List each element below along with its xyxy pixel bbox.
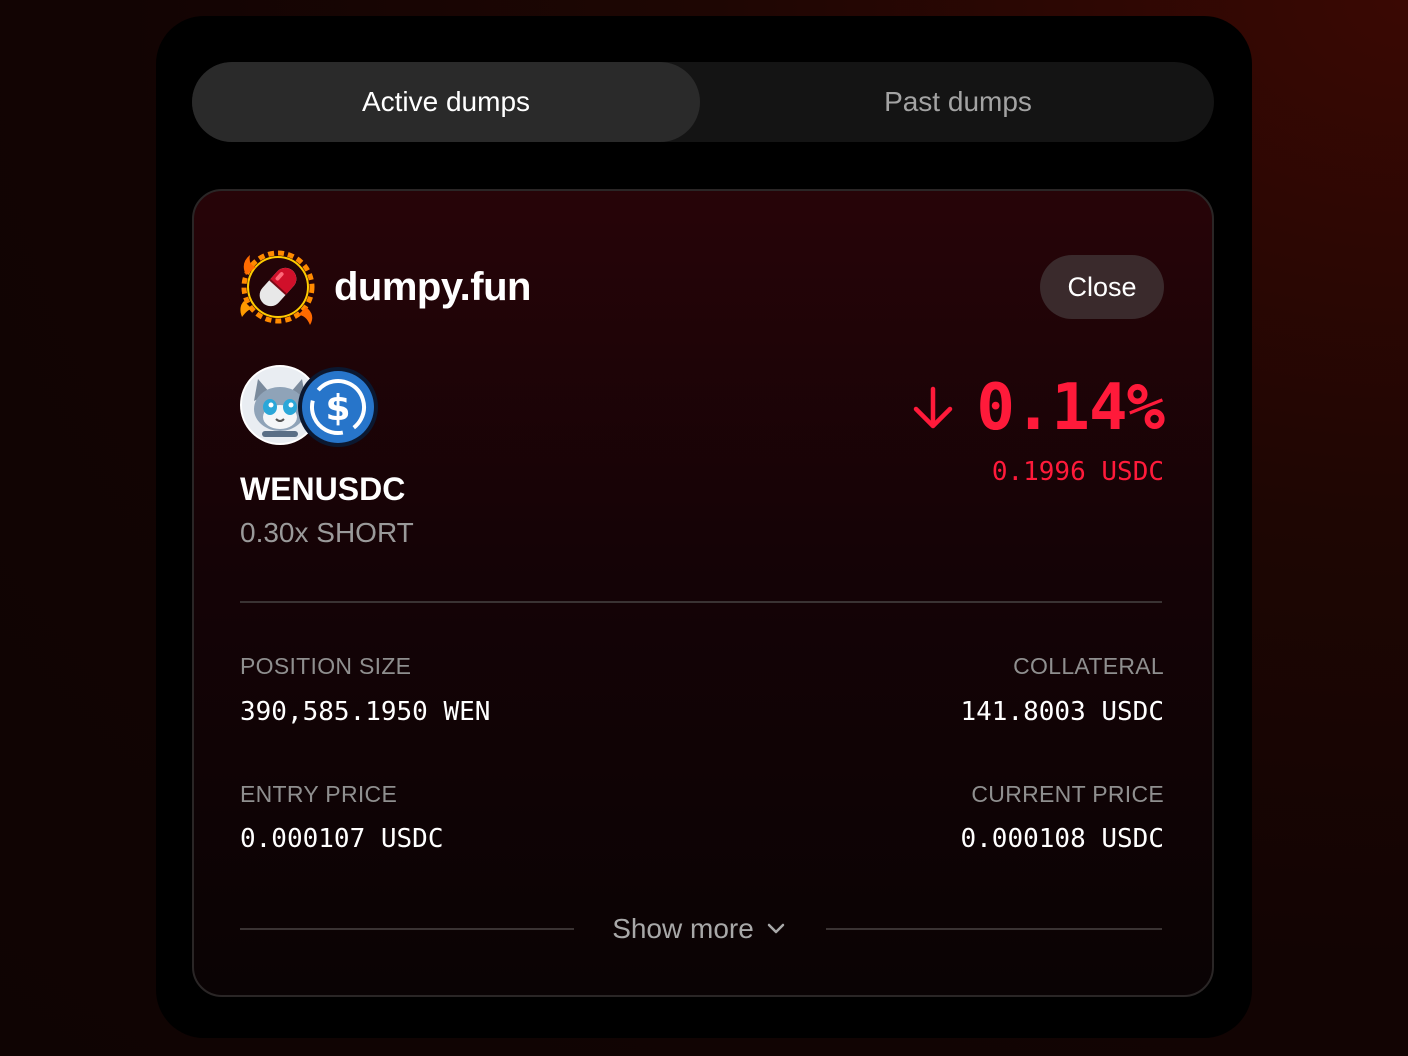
brand-name: dumpy.fun bbox=[334, 264, 531, 309]
show-more-row: Show more bbox=[240, 907, 1162, 951]
show-more-divider-right bbox=[826, 928, 1162, 930]
close-button[interactable]: Close bbox=[1040, 255, 1164, 319]
position-card: dumpy.fun Close $ WENUSDC 0.30x SHORT 0.… bbox=[192, 189, 1214, 997]
show-more-label: Show more bbox=[612, 913, 754, 944]
pnl-percent: 0.14% bbox=[976, 371, 1165, 445]
collateral-value: 141.8003 USDC bbox=[960, 697, 1165, 727]
arrow-down-icon bbox=[914, 386, 953, 429]
current-price-value: 0.000108 USDC bbox=[960, 824, 1165, 854]
leverage-side: 0.30x SHORT bbox=[240, 517, 414, 548]
position-size-label: POSITION SIZE bbox=[240, 653, 412, 679]
pnl-percent-row: 0.14% bbox=[908, 371, 1165, 445]
chevron-down-icon bbox=[767, 923, 785, 934]
token-pair-icons: $ bbox=[240, 365, 382, 449]
show-more-button[interactable]: Show more bbox=[604, 907, 794, 951]
usdc-token-icon: $ bbox=[298, 367, 378, 447]
entry-price-label: ENTRY PRICE bbox=[240, 781, 398, 807]
flaming-pill-logo bbox=[240, 250, 315, 325]
tab-active-dumps[interactable]: Active dumps bbox=[192, 62, 700, 142]
current-price-label: CURRENT PRICE bbox=[971, 781, 1164, 807]
svg-text:$: $ bbox=[325, 388, 350, 429]
position-size-value: 390,585.1950 WEN bbox=[240, 697, 491, 727]
divider bbox=[240, 601, 1162, 603]
brand: dumpy.fun bbox=[236, 247, 531, 327]
pnl-amount: 0.1996 USDC bbox=[991, 457, 1164, 487]
dumps-panel: Active dumps Past dumps dumpy.fun Close bbox=[156, 16, 1252, 1038]
trading-pair: WENUSDC bbox=[240, 471, 406, 507]
collateral-label: COLLATERAL bbox=[1013, 653, 1164, 679]
tab-past-dumps[interactable]: Past dumps bbox=[704, 62, 1212, 142]
dumps-tabs: Active dumps Past dumps bbox=[192, 62, 1214, 142]
show-more-divider-left bbox=[240, 928, 574, 930]
entry-price-value: 0.000107 USDC bbox=[240, 824, 444, 854]
